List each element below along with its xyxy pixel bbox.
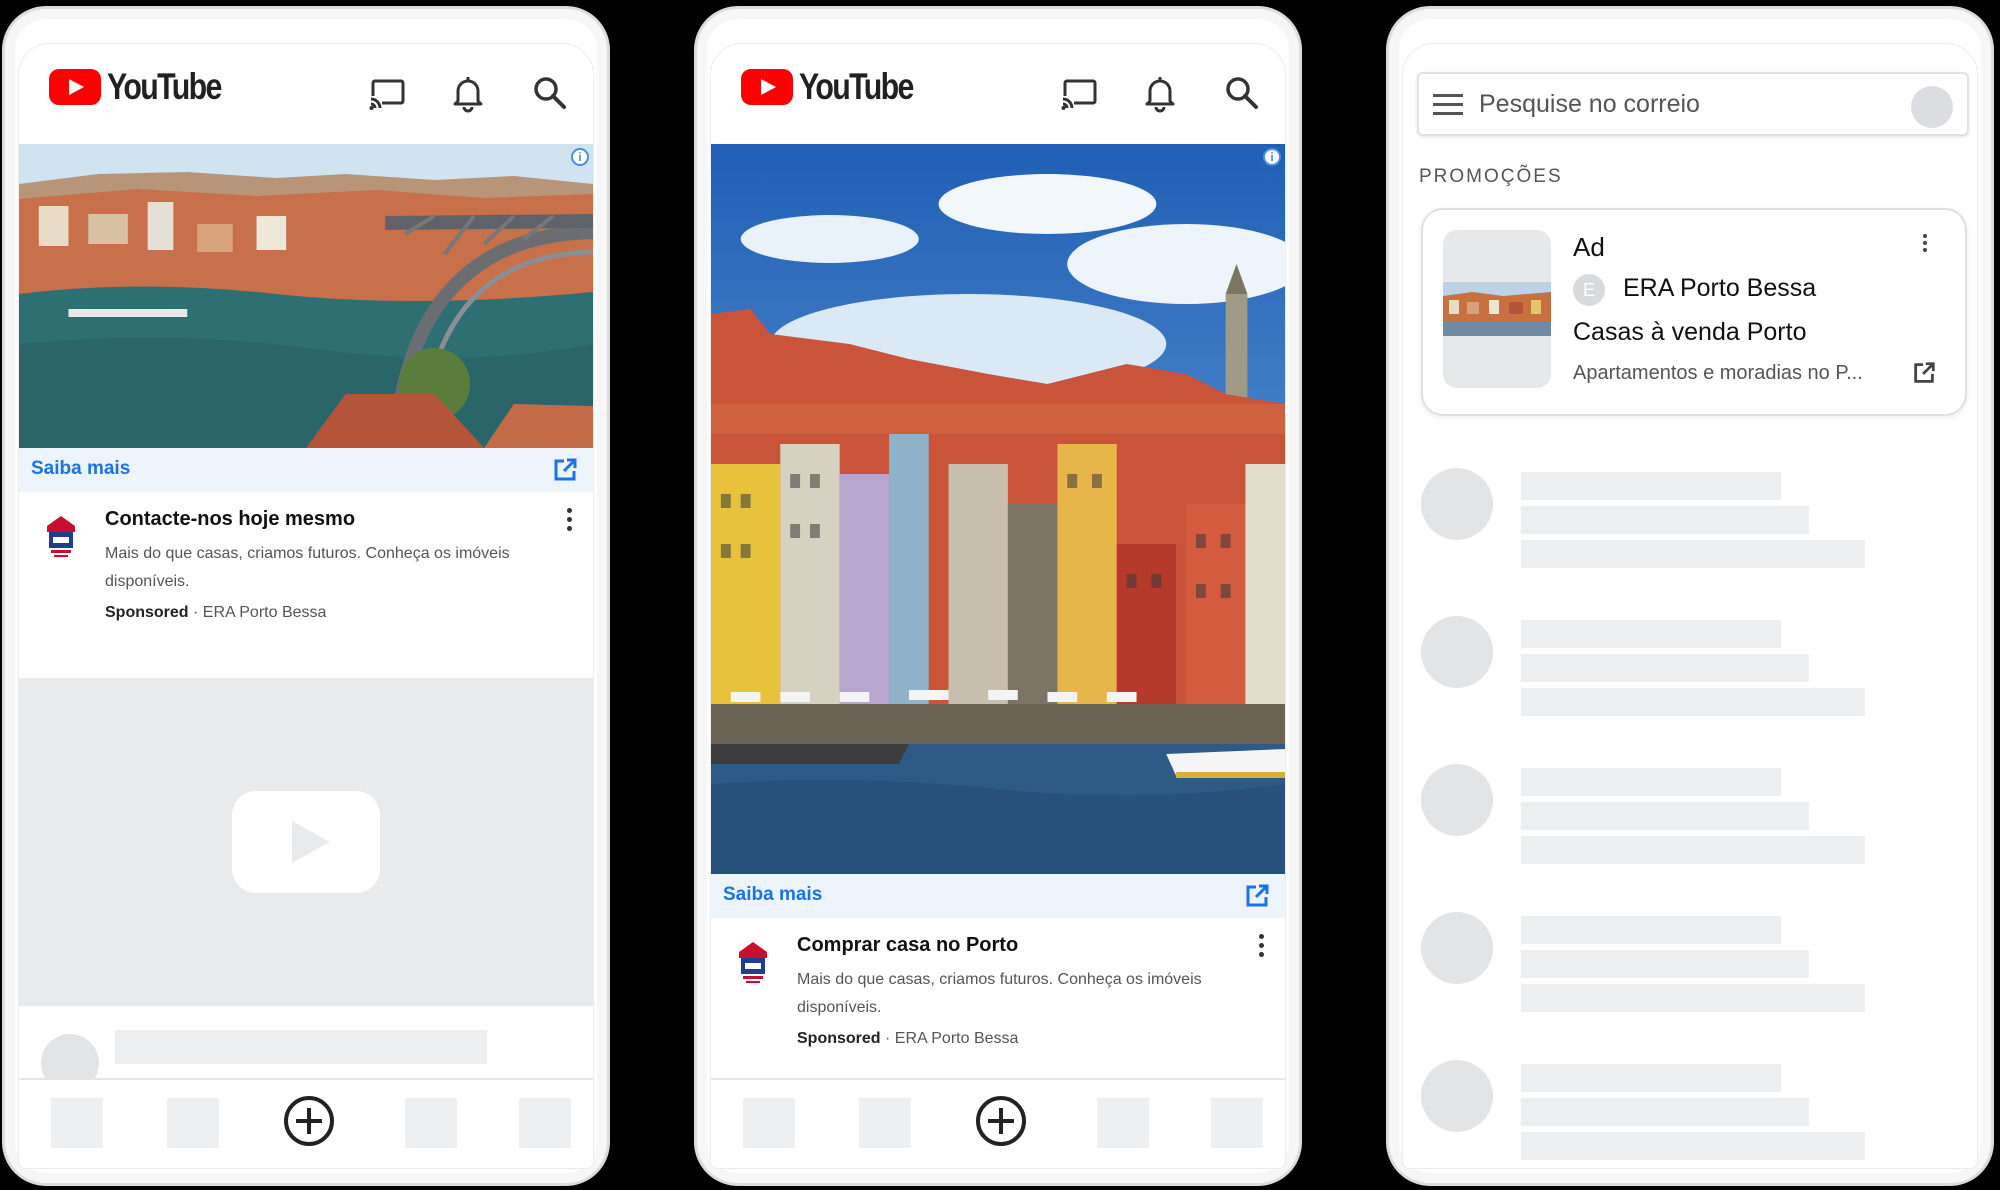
ad-details[interactable]: Contacte-nos hoje mesmo Mais do que casa… <box>19 492 593 672</box>
title-placeholder <box>115 1030 487 1064</box>
email-avatar-placeholder <box>1421 468 1493 540</box>
sponsored-label: Sponsored <box>797 1030 881 1047</box>
nav-item-placeholder[interactable] <box>1211 1098 1263 1148</box>
email-line-placeholder <box>1521 654 1809 682</box>
email-line-placeholder <box>1521 768 1781 796</box>
saiba-mais-link[interactable]: Saiba mais <box>31 458 130 480</box>
nav-item-placeholder[interactable] <box>519 1098 571 1148</box>
email-line-placeholder <box>1521 688 1865 716</box>
email-line-placeholder <box>1521 540 1865 568</box>
nav-item-placeholder[interactable] <box>743 1098 795 1148</box>
youtube-logo[interactable]: YouTube <box>49 66 246 108</box>
nav-item-placeholder[interactable] <box>167 1098 219 1148</box>
ad-sponsored-line: Sponsored · ERA Porto Bessa <box>797 1030 1018 1048</box>
gmail-search-bar[interactable]: Pesquise no correio <box>1417 72 1969 136</box>
external-link-icon[interactable] <box>1243 882 1271 910</box>
phone-screen: Pesquise no correio PROMOÇÕES Ad E ERA P… <box>1402 43 1978 1169</box>
separator: · <box>885 1030 891 1047</box>
youtube-play-logo-icon <box>49 69 101 105</box>
advertiser-name: ERA Porto Bessa <box>202 604 327 621</box>
avatar[interactable] <box>1911 86 1953 128</box>
ad-snippet: Apartamentos e moradias no P... <box>1573 362 1863 384</box>
cta-bar[interactable]: Saiba mais <box>711 874 1285 918</box>
cast-icon[interactable] <box>364 70 410 116</box>
section-label-promotions: PROMOÇÕES <box>1419 166 1563 187</box>
email-avatar-placeholder <box>1421 1060 1493 1132</box>
ad-image-porto-bridge[interactable]: i <box>19 144 593 448</box>
phone-youtube-feed-ad: YouTube i Saiba mais Contacte-nos hoje m… <box>2 6 610 1186</box>
ad-description: Mais do que casas, criamos futuros. Conh… <box>797 971 1202 1016</box>
menu-icon[interactable] <box>1433 94 1463 116</box>
phone-screen: YouTube <box>18 43 594 1169</box>
ad-subject: Casas à venda Porto <box>1573 318 1807 346</box>
ad-thumbnail <box>1443 230 1551 388</box>
search-icon[interactable] <box>1219 70 1265 116</box>
youtube-logo[interactable]: YouTube <box>741 66 938 108</box>
ad-headline[interactable]: Comprar casa no Porto <box>797 934 1018 957</box>
more-vert-icon[interactable] <box>1923 234 1927 255</box>
cast-icon[interactable] <box>1056 70 1102 116</box>
add-circle-icon[interactable] <box>976 1096 1026 1146</box>
video-placeholder[interactable] <box>19 678 593 1006</box>
bell-icon[interactable] <box>445 70 491 116</box>
email-line-placeholder <box>1521 950 1809 978</box>
email-avatar-placeholder <box>1421 616 1493 688</box>
advertiser-name: ERA Porto Bessa <box>894 1030 1019 1047</box>
ad-label: Ad <box>1573 232 1605 262</box>
gmail-ad-card[interactable]: Ad E ERA Porto Bessa Casas à venda Porto… <box>1421 208 1967 416</box>
add-circle-icon[interactable] <box>284 1096 334 1146</box>
ad-info-icon[interactable]: i <box>1263 148 1281 166</box>
email-line-placeholder <box>1521 836 1865 864</box>
era-logo-icon <box>45 514 77 558</box>
separator: · <box>193 604 199 621</box>
phone-screen: YouTube <box>710 43 1286 1169</box>
email-line-placeholder <box>1521 802 1809 830</box>
email-line-placeholder <box>1521 506 1809 534</box>
external-link-icon[interactable] <box>551 456 579 484</box>
youtube-wordmark: YouTube <box>799 66 914 107</box>
ad-sponsored-line: Sponsored · ERA Porto Bessa <box>105 604 326 622</box>
nav-item-placeholder[interactable] <box>859 1098 911 1148</box>
youtube-header: YouTube <box>711 44 1285 144</box>
more-vert-icon[interactable] <box>567 508 573 534</box>
ad-details[interactable]: Comprar casa no Porto Mais do que casas,… <box>711 918 1285 1098</box>
email-line-placeholder <box>1521 1132 1865 1160</box>
sponsored-label: Sponsored <box>105 604 189 621</box>
youtube-play-logo-icon <box>741 69 793 105</box>
more-vert-icon[interactable] <box>1259 934 1265 960</box>
bottom-navigation <box>711 1078 1285 1168</box>
search-icon[interactable] <box>527 70 573 116</box>
ad-formats-comparison: YouTube i Saiba mais Contacte-nos hoje m… <box>0 0 2000 1190</box>
youtube-header: YouTube <box>19 44 593 144</box>
ad-description: Mais do que casas, criamos futuros. Conh… <box>105 545 510 590</box>
external-link-icon[interactable] <box>1911 360 1937 386</box>
bell-icon[interactable] <box>1137 70 1183 116</box>
email-line-placeholder <box>1521 984 1865 1012</box>
nav-item-placeholder[interactable] <box>1097 1098 1149 1148</box>
nav-item-placeholder[interactable] <box>405 1098 457 1148</box>
play-icon[interactable] <box>232 791 380 893</box>
email-line-placeholder <box>1521 916 1781 944</box>
phone-youtube-image-ad: YouTube i Saiba mais Comprar casa no Por… <box>694 6 1302 1186</box>
email-line-placeholder <box>1521 1098 1809 1126</box>
sender-avatar: E <box>1573 274 1605 306</box>
ad-headline[interactable]: Contacte-nos hoje mesmo <box>105 508 355 531</box>
youtube-wordmark: YouTube <box>107 66 222 107</box>
email-line-placeholder <box>1521 620 1781 648</box>
email-line-placeholder <box>1521 472 1781 500</box>
era-logo-icon <box>737 940 769 984</box>
search-input[interactable]: Pesquise no correio <box>1479 90 1700 119</box>
bottom-navigation <box>19 1078 593 1168</box>
phone-gmail-promotions-ad: Pesquise no correio PROMOÇÕES Ad E ERA P… <box>1386 6 1994 1186</box>
email-line-placeholder <box>1521 1064 1781 1092</box>
ad-image-porto-ribeira[interactable]: i <box>711 144 1285 874</box>
nav-item-placeholder[interactable] <box>51 1098 103 1148</box>
saiba-mais-link[interactable]: Saiba mais <box>723 884 822 906</box>
email-avatar-placeholder <box>1421 912 1493 984</box>
cta-bar[interactable]: Saiba mais <box>19 448 593 492</box>
sender-name: ERA Porto Bessa <box>1623 274 1817 302</box>
ad-info-icon[interactable]: i <box>571 148 589 166</box>
email-avatar-placeholder <box>1421 764 1493 836</box>
